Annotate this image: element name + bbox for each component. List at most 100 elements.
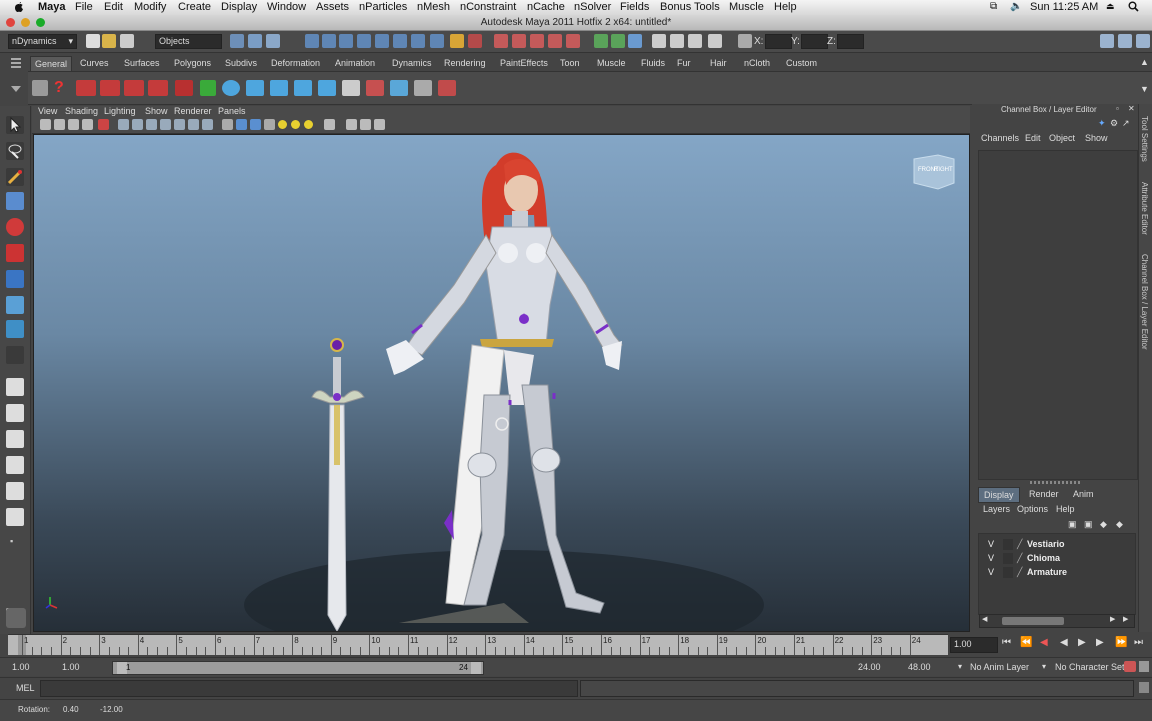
channelbox-menu-channels[interactable]: Channels bbox=[981, 133, 1019, 143]
menu-window[interactable]: Window bbox=[267, 1, 306, 13]
select-tool-icon[interactable] bbox=[6, 116, 24, 134]
clock-label[interactable]: Sun 11:25 AM bbox=[1030, 1, 1098, 13]
tab-dynamics[interactable]: Dynamics bbox=[388, 56, 436, 70]
layer-color-icon[interactable]: ╱ bbox=[1017, 553, 1022, 564]
tab-tool-settings[interactable]: Tool Settings bbox=[1140, 116, 1149, 162]
xray-icon[interactable] bbox=[346, 119, 357, 130]
persp-hypershade-layout-icon[interactable] bbox=[6, 482, 24, 500]
tab-ncloth[interactable]: nCloth bbox=[740, 56, 774, 70]
play-backwards-icon[interactable]: ◀ bbox=[1060, 637, 1068, 648]
current-frame-field[interactable]: 1.00 bbox=[950, 637, 998, 653]
revolve-icon[interactable] bbox=[148, 80, 168, 96]
snap-point-icon[interactable] bbox=[530, 34, 544, 48]
apple-icon[interactable] bbox=[14, 1, 24, 16]
soft-mod-icon[interactable] bbox=[6, 296, 24, 314]
menu-file[interactable]: File bbox=[75, 1, 93, 13]
shelf-options-icon[interactable] bbox=[10, 57, 22, 72]
scale-tool-icon[interactable] bbox=[6, 244, 24, 262]
film-gate-icon[interactable] bbox=[118, 119, 129, 130]
selection-mask-icon[interactable] bbox=[393, 34, 407, 48]
show-manipulator-icon[interactable] bbox=[6, 320, 24, 338]
snap-curve-icon[interactable] bbox=[512, 34, 526, 48]
shelf-scroll-up-icon[interactable]: ▲ bbox=[1140, 57, 1149, 67]
tab-display-layers[interactable]: Display bbox=[978, 487, 1020, 503]
channelbox-menu-object[interactable]: Object bbox=[1049, 133, 1075, 143]
layer-color-icon[interactable]: ╱ bbox=[1017, 539, 1022, 550]
y-field[interactable] bbox=[801, 34, 828, 49]
tab-surfaces[interactable]: Surfaces bbox=[120, 56, 164, 70]
render-frame-icon[interactable] bbox=[670, 34, 684, 48]
layer-visibility-toggle[interactable]: V bbox=[988, 553, 994, 563]
tab-deformation[interactable]: Deformation bbox=[267, 56, 324, 70]
combine-icon[interactable] bbox=[342, 80, 360, 96]
poly-cylinder-icon[interactable] bbox=[270, 80, 288, 96]
poly-sphere-icon[interactable] bbox=[222, 80, 240, 96]
tab-render-layers[interactable]: Render bbox=[1024, 487, 1064, 501]
layout-menu-icon[interactable]: ▪ bbox=[10, 536, 13, 546]
scroll-right-icon[interactable]: ▶ bbox=[1110, 615, 1115, 623]
menu-display[interactable]: Display bbox=[221, 1, 257, 13]
layer-visibility-toggle[interactable]: V bbox=[988, 539, 994, 549]
selection-mask-icon[interactable] bbox=[322, 34, 336, 48]
selection-mode-field[interactable]: Objects bbox=[155, 34, 222, 49]
channel-box-toggle-icon[interactable] bbox=[1136, 34, 1150, 48]
shadows-icon[interactable] bbox=[291, 120, 300, 129]
save-scene-icon[interactable] bbox=[120, 34, 134, 48]
panel-splitter[interactable] bbox=[1030, 481, 1080, 484]
select-by-hierarchy-icon[interactable] bbox=[230, 34, 244, 48]
go-to-end-icon[interactable]: ⏭ bbox=[1134, 637, 1143, 648]
tab-hair[interactable]: Hair bbox=[706, 56, 731, 70]
construction-history-icon[interactable] bbox=[628, 34, 642, 48]
extrude-icon[interactable] bbox=[175, 80, 193, 96]
nurbs-curve-icon[interactable] bbox=[76, 80, 96, 96]
channelbox-area[interactable] bbox=[978, 150, 1138, 480]
render-view-icon[interactable] bbox=[652, 34, 666, 48]
nurbs-surface-icon[interactable] bbox=[100, 80, 120, 96]
safe-action-icon[interactable] bbox=[174, 119, 185, 130]
x-field[interactable] bbox=[765, 34, 792, 49]
character-set-dropdown[interactable]: No Character Set bbox=[1055, 662, 1125, 672]
wireframe-icon[interactable] bbox=[202, 119, 213, 130]
layer-template-toggle[interactable] bbox=[1003, 567, 1013, 578]
move-layer-down-icon[interactable]: ◆ bbox=[1116, 519, 1123, 530]
tab-animation[interactable]: Animation bbox=[331, 56, 379, 70]
poly-plane-icon[interactable] bbox=[318, 80, 336, 96]
grid-icon[interactable] bbox=[98, 119, 109, 130]
tab-polygons[interactable]: Polygons bbox=[170, 56, 215, 70]
open-scene-icon[interactable] bbox=[102, 34, 116, 48]
selection-mask-icon[interactable] bbox=[411, 34, 425, 48]
zoom-window-button[interactable] bbox=[36, 18, 45, 27]
screen-share-icon[interactable]: ⧉ bbox=[990, 1, 997, 12]
textured-icon[interactable] bbox=[264, 119, 275, 130]
viewport-menu-show[interactable]: Show bbox=[145, 106, 168, 116]
isolate-select-icon[interactable] bbox=[324, 119, 335, 130]
menu-muscle[interactable]: Muscle bbox=[729, 1, 764, 13]
shelf-scroll-down-icon[interactable]: ▼ bbox=[1140, 84, 1149, 94]
layer-menu-help[interactable]: Help bbox=[1056, 504, 1075, 514]
input-line-mode-icon[interactable] bbox=[738, 34, 752, 48]
tab-rendering[interactable]: Rendering bbox=[440, 56, 490, 70]
menu-nconstraint[interactable]: nConstraint bbox=[460, 1, 516, 13]
menu-create[interactable]: Create bbox=[178, 1, 211, 13]
float-panel-icon[interactable]: ▫ bbox=[1116, 104, 1119, 113]
command-input[interactable] bbox=[40, 680, 578, 697]
menu-help[interactable]: Help bbox=[774, 1, 797, 13]
channelbox-settings-icon[interactable]: ⚙ bbox=[1110, 118, 1118, 129]
spotlight-search-icon[interactable] bbox=[1128, 1, 1139, 15]
viewport-menu-renderer[interactable]: Renderer bbox=[174, 106, 212, 116]
camera-select-icon[interactable] bbox=[40, 119, 51, 130]
ipr-render-icon[interactable] bbox=[688, 34, 702, 48]
layer-template-toggle[interactable] bbox=[1003, 539, 1013, 550]
rotate-tool-icon[interactable] bbox=[6, 218, 24, 236]
perspective-viewport[interactable]: FRONT RIGHT bbox=[33, 134, 970, 632]
tab-custom[interactable]: Custom bbox=[782, 56, 821, 70]
safe-title-icon[interactable] bbox=[188, 119, 199, 130]
step-forward-frame-icon[interactable]: ▶ bbox=[1096, 637, 1104, 648]
high-quality-icon[interactable] bbox=[304, 120, 313, 129]
menuset-dropdown[interactable]: nDynamics ▾ bbox=[8, 34, 77, 49]
paint-icon[interactable] bbox=[438, 80, 456, 96]
input-ops-icon[interactable] bbox=[594, 34, 608, 48]
new-scene-icon[interactable] bbox=[86, 34, 100, 48]
xray-joints-icon[interactable] bbox=[360, 119, 371, 130]
channelbox-pin-icon[interactable]: ↗ bbox=[1122, 118, 1130, 129]
